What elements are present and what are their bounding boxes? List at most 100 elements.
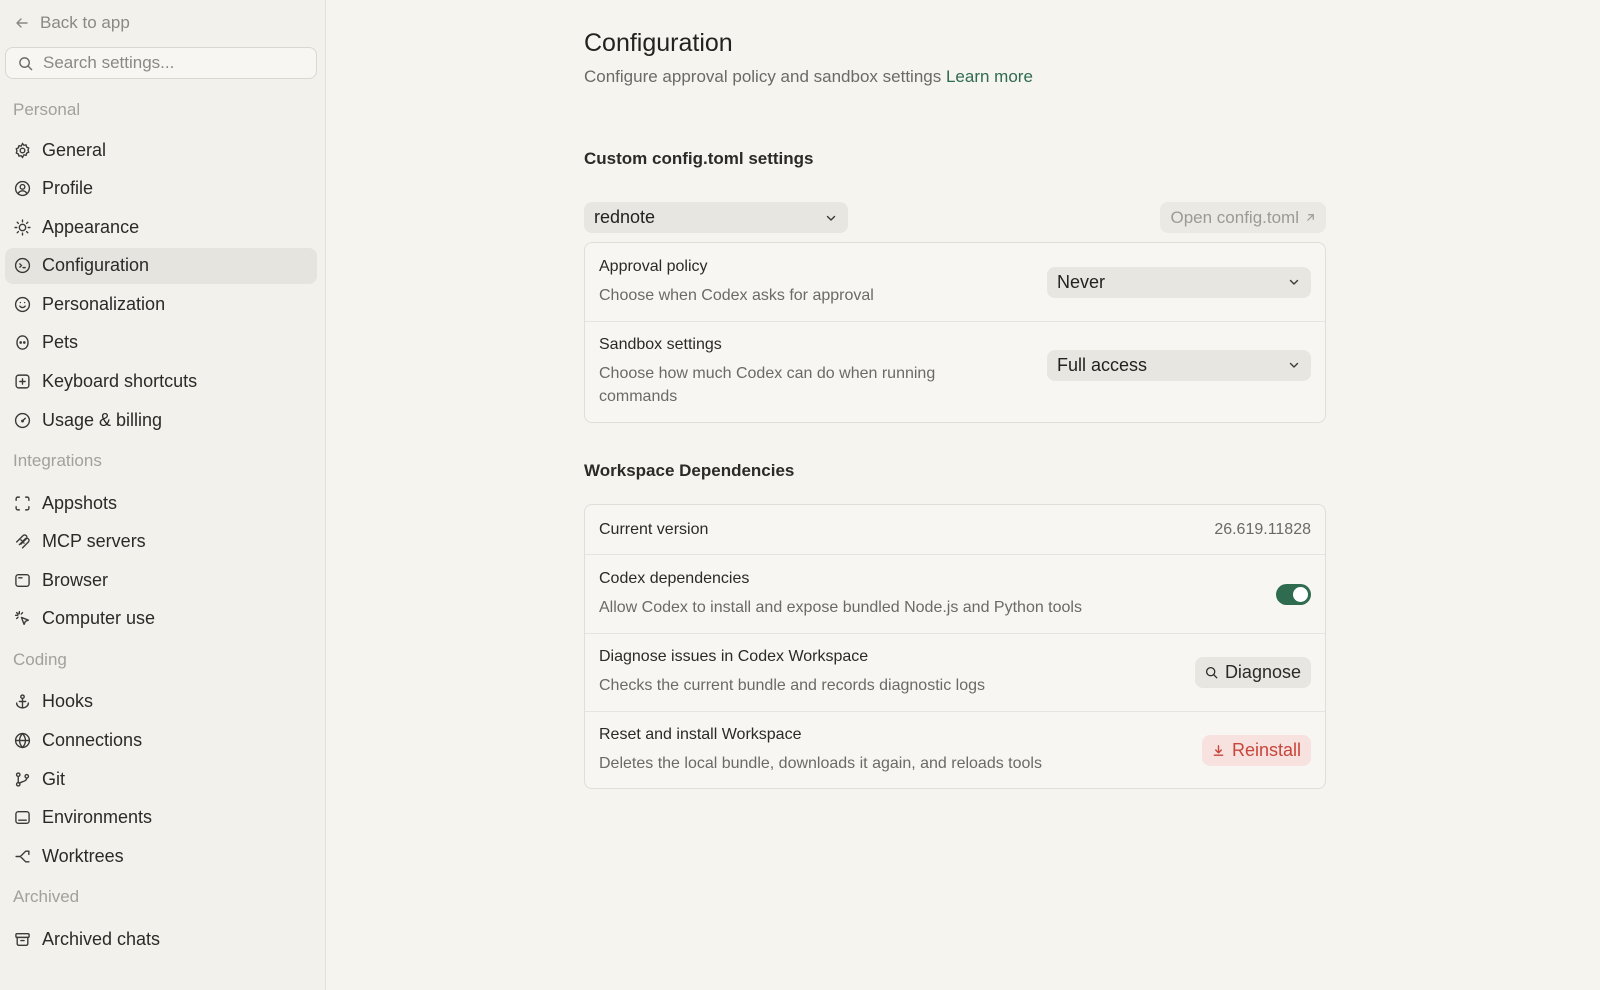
reinstall-text: Reset and install Workspace Deletes the … — [599, 726, 1042, 775]
page-subtitle: Configure approval policy and sandbox se… — [584, 67, 1326, 87]
sidebar-item-usage-billing[interactable]: Usage & billing — [5, 402, 317, 438]
sidebar-item-label: Archived chats — [42, 928, 161, 949]
sidebar-item-configuration[interactable]: Configuration — [5, 247, 317, 284]
diagnose-button[interactable]: Diagnose — [1194, 657, 1311, 688]
sidebar-item-label: Environments — [42, 807, 153, 828]
download-icon — [1213, 744, 1224, 756]
monitor-icon — [14, 809, 31, 826]
profile-select-value: rednote — [594, 207, 656, 227]
workspace-section-title: Workspace Dependencies — [584, 461, 795, 480]
codex-dependencies-row: Codex dependencies Allow Codex to instal… — [585, 555, 1325, 634]
search-icon — [1205, 666, 1218, 679]
approval-policy-text: Approval policy Choose when Codex asks f… — [599, 258, 874, 307]
configuration-icon — [14, 257, 31, 274]
page-subtitle-text: Configure approval policy and sandbox se… — [584, 67, 942, 86]
arrow-left-icon — [16, 18, 28, 28]
current-version-row: Current version 26.619.11828 — [585, 505, 1325, 555]
sidebar-item-general[interactable]: General — [5, 132, 317, 168]
sidebar-item-label: Usage & billing — [42, 409, 163, 430]
external-link-icon — [1307, 214, 1314, 221]
sidebar-item-label: Personalization — [42, 293, 166, 314]
sidebar-item-personalization[interactable]: Personalization — [5, 286, 317, 322]
reinstall-title: Reset and install Workspace — [599, 725, 802, 743]
approval-policy-row: Approval policy Choose when Codex asks f… — [585, 243, 1325, 322]
approval-policy-value: Never — [1057, 271, 1106, 292]
config-toolbar: rednote Open config.toml — [584, 202, 1326, 233]
git-branch-icon — [14, 771, 31, 788]
back-to-app-label: Back to app — [40, 13, 130, 32]
sidebar-item-label: Pets — [42, 332, 79, 353]
sun-icon — [14, 219, 31, 236]
screenshot-frame-icon — [14, 495, 31, 512]
sidebar-item-connections[interactable]: Connections — [5, 723, 317, 759]
section-label-coding: Coding — [13, 649, 67, 669]
sidebar-item-label: Worktrees — [42, 845, 124, 866]
user-circle-icon — [14, 180, 31, 197]
sidebar-item-pets[interactable]: Pets — [5, 325, 317, 361]
sandbox-settings-description: Choose how much Codex can do when runnin… — [599, 365, 936, 405]
settings-window: Back to app Personal General Profile App… — [0, 0, 1600, 990]
sidebar-item-computer-use[interactable]: Computer use — [5, 601, 317, 637]
codex-dependencies-text: Codex dependencies Allow Codex to instal… — [599, 570, 1082, 619]
sidebar-item-label: Profile — [42, 178, 94, 199]
sidebar-item-appshots[interactable]: Appshots — [5, 485, 317, 521]
globe-icon — [14, 732, 31, 749]
codex-dependencies-toggle[interactable] — [1276, 583, 1311, 605]
search-settings-input[interactable] — [43, 53, 303, 73]
codex-dependencies-description: Allow Codex to install and expose bundle… — [599, 598, 1082, 616]
sidebar-item-mcp-servers[interactable]: MCP servers — [5, 524, 317, 560]
approval-policy-description: Choose when Codex asks for approval — [599, 286, 874, 304]
sidebar-item-environments[interactable]: Environments — [5, 800, 317, 836]
reinstall-button[interactable]: Reinstall — [1201, 734, 1311, 766]
profile-select[interactable]: rednote — [584, 202, 848, 233]
sidebar-item-hooks[interactable]: Hooks — [5, 684, 317, 720]
reinstall-row: Reset and install Workspace Deletes the … — [585, 712, 1325, 788]
section-label-archived: Archived — [13, 887, 80, 907]
sandbox-settings-title: Sandbox settings — [599, 336, 722, 353]
diagnose-title: Diagnose issues in Codex Workspace — [599, 648, 869, 665]
sidebar-item-label: Keyboard shortcuts — [42, 371, 198, 392]
mcp-icon — [14, 533, 31, 550]
search-settings-box[interactable] — [5, 47, 317, 79]
current-version-title: Current version — [599, 520, 709, 538]
sidebar-item-label: Browser — [42, 569, 109, 590]
diagnose-description: Checks the current bundle and records di… — [599, 677, 985, 694]
sandbox-settings-value: Full access — [1057, 354, 1148, 375]
current-version-value: 26.619.11828 — [1214, 520, 1311, 538]
back-to-app-link[interactable]: Back to app — [5, 10, 317, 36]
sidebar: Back to app Personal General Profile App… — [0, 0, 326, 990]
sandbox-settings-text: Sandbox settings Choose how much Codex c… — [599, 336, 999, 408]
codex-dependencies-title: Codex dependencies — [599, 569, 750, 587]
config-card: Approval policy Choose when Codex asks f… — [584, 242, 1326, 423]
approval-policy-select[interactable]: Never — [1047, 266, 1311, 298]
browser-window-icon — [14, 572, 31, 589]
sidebar-item-label: Configuration — [42, 255, 150, 276]
sidebar-item-keyboard-shortcuts[interactable]: Keyboard shortcuts — [5, 364, 317, 400]
section-label-integrations: Integrations — [13, 451, 102, 471]
sidebar-item-profile[interactable]: Profile — [5, 171, 317, 207]
archive-box-icon — [14, 931, 31, 948]
search-icon — [19, 56, 33, 70]
page-title: Configuration — [584, 29, 733, 57]
sidebar-item-worktrees[interactable]: Worktrees — [5, 838, 317, 874]
reinstall-description: Deletes the local bundle, downloads it a… — [599, 754, 1042, 772]
sidebar-item-label: General — [42, 139, 107, 160]
open-config-button[interactable]: Open config.toml — [1160, 202, 1326, 233]
sandbox-settings-select[interactable]: Full access — [1047, 349, 1311, 381]
workspace-card: Current version 26.619.11828 Codex depen… — [584, 504, 1326, 789]
sidebar-item-archived-chats[interactable]: Archived chats — [5, 921, 317, 957]
section-label-personal: Personal — [13, 100, 81, 119]
gear-icon — [14, 141, 31, 159]
sidebar-item-label: Connections — [42, 730, 143, 751]
sidebar-item-label: MCP servers — [42, 531, 146, 552]
learn-more-link[interactable]: Learn more — [946, 67, 1033, 86]
sidebar-item-browser[interactable]: Browser — [5, 562, 317, 598]
sidebar-item-git[interactable]: Git — [5, 761, 317, 797]
keyboard-icon — [14, 373, 31, 390]
config-section-title: Custom config.toml settings — [584, 149, 814, 168]
diagnose-button-label: Diagnose — [1224, 662, 1301, 682]
diagnose-text: Diagnose issues in Codex Workspace Check… — [599, 648, 985, 697]
personalization-icon — [14, 296, 31, 313]
sidebar-item-appearance[interactable]: Appearance — [5, 209, 317, 245]
gauge-icon — [14, 412, 31, 429]
